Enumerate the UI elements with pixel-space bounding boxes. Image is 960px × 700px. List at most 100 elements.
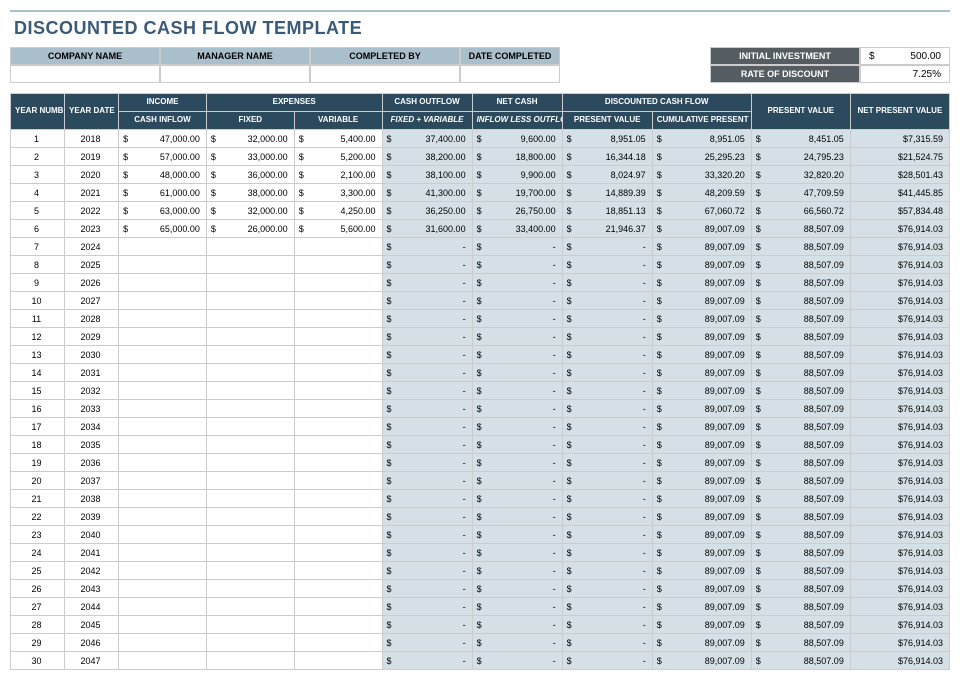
initial-investment-value[interactable]: $500.00 bbox=[860, 47, 950, 65]
cell-variable[interactable] bbox=[294, 634, 382, 652]
cell-year-number[interactable]: 17 bbox=[11, 418, 65, 436]
cell-year-number[interactable]: 28 bbox=[11, 616, 65, 634]
cell-year-date[interactable]: 2031 bbox=[65, 364, 119, 382]
cell-net-present-value[interactable]: $28,501.43 bbox=[850, 166, 949, 184]
cell-present-value-2[interactable]: $88,507.09 bbox=[751, 508, 850, 526]
cell-cash-inflow[interactable] bbox=[119, 400, 207, 418]
cell-variable[interactable] bbox=[294, 292, 382, 310]
cell-present-value[interactable]: $- bbox=[562, 616, 652, 634]
cell-present-value-2[interactable]: $88,507.09 bbox=[751, 274, 850, 292]
cell-cumulative-pv[interactable]: $67,060.72 bbox=[652, 202, 751, 220]
cell-cash-inflow[interactable] bbox=[119, 436, 207, 454]
cell-net-present-value[interactable]: $76,914.03 bbox=[850, 310, 949, 328]
cell-net-cash[interactable]: $- bbox=[472, 562, 562, 580]
cell-cumulative-pv[interactable]: $89,007.09 bbox=[652, 364, 751, 382]
cell-present-value[interactable]: $18,851.13 bbox=[562, 202, 652, 220]
cell-present-value[interactable]: $- bbox=[562, 526, 652, 544]
cell-present-value-2[interactable]: $88,507.09 bbox=[751, 580, 850, 598]
cell-present-value-2[interactable]: $88,507.09 bbox=[751, 490, 850, 508]
cell-cash-outflow[interactable]: $- bbox=[382, 616, 472, 634]
cell-variable[interactable] bbox=[294, 256, 382, 274]
cell-cash-inflow[interactable] bbox=[119, 310, 207, 328]
cell-net-present-value[interactable]: $57,834.48 bbox=[850, 202, 949, 220]
cell-variable[interactable] bbox=[294, 274, 382, 292]
cell-cash-outflow[interactable]: $- bbox=[382, 364, 472, 382]
cell-cash-outflow[interactable]: $- bbox=[382, 256, 472, 274]
cell-variable[interactable] bbox=[294, 328, 382, 346]
cell-year-date[interactable]: 2028 bbox=[65, 310, 119, 328]
cell-present-value-2[interactable]: $88,507.09 bbox=[751, 238, 850, 256]
cell-fixed[interactable] bbox=[206, 418, 294, 436]
cell-cumulative-pv[interactable]: $89,007.09 bbox=[652, 634, 751, 652]
cell-present-value[interactable]: $- bbox=[562, 382, 652, 400]
cell-present-value-2[interactable]: $88,507.09 bbox=[751, 364, 850, 382]
cell-cash-outflow[interactable]: $- bbox=[382, 562, 472, 580]
cell-variable[interactable] bbox=[294, 544, 382, 562]
cell-fixed[interactable] bbox=[206, 598, 294, 616]
rate-of-discount-value[interactable]: 7.25% bbox=[860, 65, 950, 83]
cell-net-cash[interactable]: $9,600.00 bbox=[472, 130, 562, 148]
cell-present-value[interactable]: $- bbox=[562, 508, 652, 526]
cell-variable[interactable] bbox=[294, 562, 382, 580]
cell-year-number[interactable]: 16 bbox=[11, 400, 65, 418]
cell-present-value-2[interactable]: $88,507.09 bbox=[751, 346, 850, 364]
cell-cumulative-pv[interactable]: $89,007.09 bbox=[652, 418, 751, 436]
cell-cash-inflow[interactable] bbox=[119, 634, 207, 652]
cell-year-date[interactable]: 2037 bbox=[65, 472, 119, 490]
cell-present-value[interactable]: $- bbox=[562, 400, 652, 418]
cell-net-present-value[interactable]: $76,914.03 bbox=[850, 508, 949, 526]
cell-net-present-value[interactable]: $76,914.03 bbox=[850, 526, 949, 544]
cell-present-value-2[interactable]: $88,507.09 bbox=[751, 436, 850, 454]
cell-cumulative-pv[interactable]: $89,007.09 bbox=[652, 310, 751, 328]
cell-net-present-value[interactable]: $76,914.03 bbox=[850, 436, 949, 454]
cell-variable[interactable] bbox=[294, 436, 382, 454]
cell-net-cash[interactable]: $26,750.00 bbox=[472, 202, 562, 220]
cell-variable[interactable] bbox=[294, 346, 382, 364]
cell-fixed[interactable] bbox=[206, 562, 294, 580]
cell-net-cash[interactable]: $- bbox=[472, 616, 562, 634]
cell-cash-inflow[interactable] bbox=[119, 346, 207, 364]
cell-fixed[interactable] bbox=[206, 436, 294, 454]
manager-name-value[interactable] bbox=[160, 65, 310, 83]
cell-year-date[interactable]: 2029 bbox=[65, 328, 119, 346]
cell-net-cash[interactable]: $- bbox=[472, 508, 562, 526]
cell-fixed[interactable] bbox=[206, 634, 294, 652]
cell-variable[interactable]: $3,300.00 bbox=[294, 184, 382, 202]
cell-variable[interactable] bbox=[294, 400, 382, 418]
cell-net-present-value[interactable]: $41,445.85 bbox=[850, 184, 949, 202]
cell-net-present-value[interactable]: $76,914.03 bbox=[850, 328, 949, 346]
cell-fixed[interactable]: $38,000.00 bbox=[206, 184, 294, 202]
cell-variable[interactable] bbox=[294, 580, 382, 598]
cell-year-date[interactable]: 2022 bbox=[65, 202, 119, 220]
cell-present-value[interactable]: $21,946.37 bbox=[562, 220, 652, 238]
cell-variable[interactable] bbox=[294, 508, 382, 526]
cell-cash-inflow[interactable] bbox=[119, 472, 207, 490]
cell-present-value-2[interactable]: $88,507.09 bbox=[751, 562, 850, 580]
cell-cash-outflow[interactable]: $- bbox=[382, 544, 472, 562]
cell-cash-inflow[interactable] bbox=[119, 526, 207, 544]
cell-net-cash[interactable]: $- bbox=[472, 310, 562, 328]
cell-fixed[interactable] bbox=[206, 526, 294, 544]
cell-year-number[interactable]: 21 bbox=[11, 490, 65, 508]
cell-net-present-value[interactable]: $7,315.59 bbox=[850, 130, 949, 148]
cell-net-cash[interactable]: $- bbox=[472, 382, 562, 400]
cell-year-date[interactable]: 2043 bbox=[65, 580, 119, 598]
cell-variable[interactable] bbox=[294, 418, 382, 436]
cell-present-value-2[interactable]: $88,507.09 bbox=[751, 526, 850, 544]
cell-present-value[interactable]: $- bbox=[562, 472, 652, 490]
cell-year-number[interactable]: 26 bbox=[11, 580, 65, 598]
cell-net-present-value[interactable]: $76,914.03 bbox=[850, 292, 949, 310]
cell-cash-outflow[interactable]: $- bbox=[382, 418, 472, 436]
cell-fixed[interactable] bbox=[206, 328, 294, 346]
cell-variable[interactable]: $5,200.00 bbox=[294, 148, 382, 166]
cell-cash-outflow[interactable]: $- bbox=[382, 634, 472, 652]
cell-fixed[interactable] bbox=[206, 274, 294, 292]
cell-net-cash[interactable]: $- bbox=[472, 526, 562, 544]
cell-fixed[interactable] bbox=[206, 472, 294, 490]
cell-fixed[interactable] bbox=[206, 310, 294, 328]
cell-variable[interactable] bbox=[294, 598, 382, 616]
cell-cash-inflow[interactable] bbox=[119, 238, 207, 256]
cell-fixed[interactable] bbox=[206, 580, 294, 598]
cell-fixed[interactable] bbox=[206, 490, 294, 508]
cell-net-present-value[interactable]: $76,914.03 bbox=[850, 652, 949, 670]
